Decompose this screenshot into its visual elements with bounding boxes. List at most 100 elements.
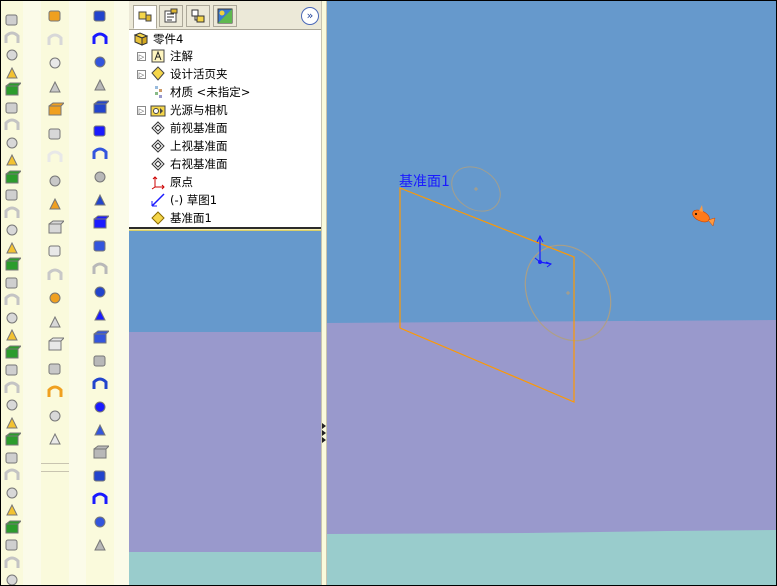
tab-propertymanager[interactable] — [159, 5, 183, 27]
tree-item[interactable]: 材质 <未指定> — [150, 83, 250, 101]
mirror-icon[interactable] — [46, 289, 64, 307]
loft-icon[interactable] — [3, 274, 21, 292]
sketch-icon[interactable] — [91, 7, 109, 25]
shell-icon[interactable] — [3, 344, 21, 362]
tree-item-label: 右视基准面 — [170, 157, 228, 171]
smart-dimension-icon[interactable] — [91, 30, 109, 48]
spline-icon[interactable] — [91, 421, 109, 439]
tree-root-part[interactable]: 零件4 — [133, 30, 183, 48]
revolve-icon[interactable] — [3, 29, 21, 47]
pattern-icon[interactable] — [46, 125, 64, 143]
fillet-icon[interactable] — [3, 291, 21, 309]
sweep-icon[interactable] — [3, 256, 21, 274]
expand-toggle-icon[interactable]: ▷ — [137, 69, 146, 79]
line-icon[interactable] — [91, 53, 109, 71]
tree-item[interactable]: 前视基准面 — [150, 119, 228, 137]
loft-icon[interactable] — [3, 64, 21, 82]
tree-item[interactable]: (-) 草图1 — [150, 191, 217, 209]
draft-icon[interactable] — [3, 361, 21, 379]
swept-cut-icon[interactable] — [46, 54, 64, 72]
extrude-boss-icon[interactable] — [3, 431, 21, 449]
hole-icon[interactable] — [3, 379, 21, 397]
plane-label[interactable]: 基准面1 — [399, 173, 450, 190]
tree-item[interactable]: 上视基准面 — [150, 137, 228, 155]
swept-cut-icon[interactable] — [46, 430, 64, 448]
circle-icon[interactable] — [91, 99, 109, 117]
mirror-entities-icon[interactable] — [91, 536, 109, 554]
shell-icon[interactable] — [3, 134, 21, 152]
revolved-cut-icon[interactable] — [46, 31, 64, 49]
extruded-cut-icon[interactable] — [46, 383, 64, 401]
extrude-boss-icon[interactable] — [3, 11, 21, 29]
arc-icon[interactable] — [91, 122, 109, 140]
viewport-canvas[interactable]: 基准面1 — [327, 1, 776, 585]
wrap-icon[interactable] — [3, 204, 21, 222]
point-icon[interactable] — [91, 168, 109, 186]
spline-icon[interactable] — [91, 145, 109, 163]
chamfer-icon[interactable] — [3, 99, 21, 117]
smart-dimension-icon[interactable] — [91, 306, 109, 324]
arc-icon[interactable] — [91, 398, 109, 416]
loft-icon[interactable] — [3, 484, 21, 502]
fillet-icon[interactable] — [3, 501, 21, 519]
draft-icon[interactable] — [3, 571, 21, 585]
sketch-icon[interactable] — [91, 283, 109, 301]
fillet-icon[interactable] — [3, 81, 21, 99]
centerline-icon[interactable] — [91, 467, 109, 485]
dome-icon[interactable] — [3, 396, 21, 414]
sweep-icon[interactable] — [3, 466, 21, 484]
sweep-icon[interactable] — [3, 46, 21, 64]
tree-item[interactable]: 基准面1 — [150, 209, 212, 227]
tree-item[interactable]: ▷ 注解 — [137, 47, 193, 65]
expand-toggle-icon[interactable]: ▷ — [137, 51, 146, 61]
revolve-icon[interactable] — [3, 449, 21, 467]
tree-item[interactable]: 原点 — [150, 173, 193, 191]
extrude-boss-icon[interactable] — [3, 221, 21, 239]
revolved-cut-icon[interactable] — [46, 407, 64, 425]
graphics-viewport[interactable]: 基准面1 — [327, 1, 776, 585]
mirror-entities-icon[interactable] — [91, 260, 109, 278]
tree-item[interactable]: ▷ 设计活页夹 — [137, 65, 228, 83]
chamfer-icon[interactable] — [3, 519, 21, 537]
rib-icon[interactable] — [3, 326, 21, 344]
pattern-icon[interactable] — [46, 313, 64, 331]
hole-icon[interactable] — [3, 169, 21, 187]
trim-icon[interactable] — [91, 214, 109, 232]
curves-icon[interactable] — [46, 172, 64, 190]
circle-icon[interactable] — [91, 375, 109, 393]
tab-displaymanager[interactable] — [213, 5, 237, 27]
wrap-icon[interactable] — [3, 414, 21, 432]
extruded-cut-icon[interactable] — [46, 7, 64, 25]
line-icon[interactable] — [91, 329, 109, 347]
point-icon[interactable] — [91, 444, 109, 462]
tree-item[interactable]: ▷ 光源与相机 — [137, 101, 228, 119]
chamfer-icon[interactable] — [3, 309, 21, 327]
expand-toggle-icon[interactable]: ▷ — [137, 105, 146, 115]
reference-geometry-icon[interactable] — [46, 148, 64, 166]
swept-cut-icon[interactable] — [46, 242, 64, 260]
dome-icon[interactable] — [3, 186, 21, 204]
rectangle-icon[interactable] — [91, 352, 109, 370]
tab-featuremanager[interactable] — [133, 5, 157, 29]
rectangle-icon[interactable] — [91, 76, 109, 94]
expand-panel-button[interactable]: » — [301, 7, 319, 25]
centerline-icon[interactable] — [91, 191, 109, 209]
revolve-icon[interactable] — [3, 239, 21, 257]
draft-icon[interactable] — [3, 151, 21, 169]
tree-item[interactable]: 右视基准面 — [150, 155, 228, 173]
tab-configurationmanager[interactable] — [186, 5, 210, 27]
lofted-cut-icon[interactable] — [46, 266, 64, 284]
rib-icon[interactable] — [3, 536, 21, 554]
mirror-icon[interactable] — [46, 101, 64, 119]
curves-icon[interactable] — [46, 360, 64, 378]
offset-icon[interactable] — [91, 237, 109, 255]
lofted-cut-icon[interactable] — [46, 78, 64, 96]
offset-icon[interactable] — [91, 513, 109, 531]
trim-icon[interactable] — [91, 490, 109, 508]
extruded-cut-icon[interactable] — [46, 195, 64, 213]
shell-icon[interactable] — [3, 554, 21, 572]
revolved-cut-icon[interactable] — [46, 219, 64, 237]
reference-geometry-icon[interactable] — [46, 336, 64, 354]
rollback-bar[interactable] — [129, 227, 321, 231]
rib-icon[interactable] — [3, 116, 21, 134]
